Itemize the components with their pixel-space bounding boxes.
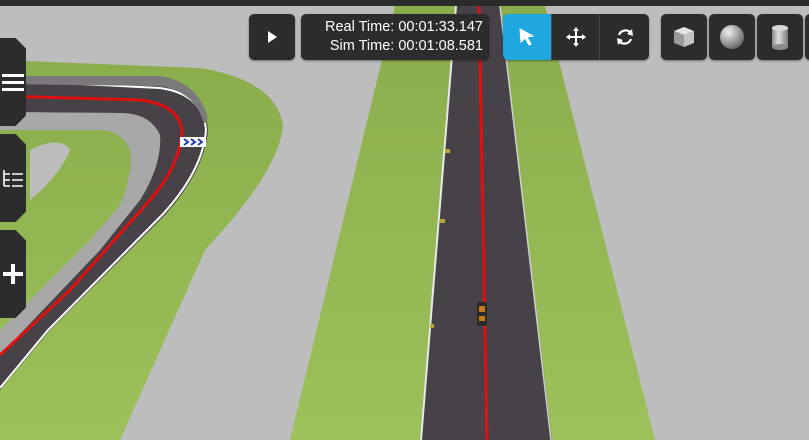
3d-viewport[interactable] — [0, 0, 809, 440]
arrow-icon — [519, 28, 535, 46]
rotate-icon — [616, 29, 633, 45]
move-arrows-icon — [565, 27, 586, 47]
cube-icon — [674, 27, 694, 47]
insert-box-button[interactable] — [661, 14, 707, 60]
translate-mode-button[interactable] — [551, 14, 601, 60]
cylinder-icon — [772, 25, 788, 50]
road-marker — [440, 219, 445, 223]
play-icon — [268, 31, 277, 43]
tree-icon — [3, 170, 23, 187]
select-mode-button[interactable] — [503, 14, 552, 60]
model-tree-tab[interactable] — [0, 134, 26, 222]
top-bar-edge — [0, 0, 809, 6]
road-marker — [445, 149, 450, 153]
more-tools-button[interactable] — [805, 14, 809, 60]
rotate-mode-button[interactable] — [600, 14, 649, 60]
insert-tab[interactable] — [0, 230, 26, 318]
sphere-icon — [720, 25, 744, 49]
menu-tab[interactable] — [0, 38, 26, 126]
play-button[interactable] — [249, 14, 295, 60]
hamburger-icon — [2, 74, 24, 91]
manipulation-mode-group — [503, 14, 649, 60]
insert-cylinder-button[interactable] — [757, 14, 803, 60]
plus-icon — [3, 264, 23, 284]
robot-car[interactable] — [477, 302, 487, 326]
insert-sphere-button[interactable] — [709, 14, 755, 60]
road-marker — [430, 324, 434, 328]
sim-time-text: Sim Time: 00:01:08.581 — [329, 38, 483, 54]
chevron-sign — [180, 137, 206, 147]
time-display: Real Time: 00:01:33.147 Sim Time: 00:01:… — [301, 14, 489, 60]
real-time-text: Real Time: 00:01:33.147 — [325, 19, 483, 35]
